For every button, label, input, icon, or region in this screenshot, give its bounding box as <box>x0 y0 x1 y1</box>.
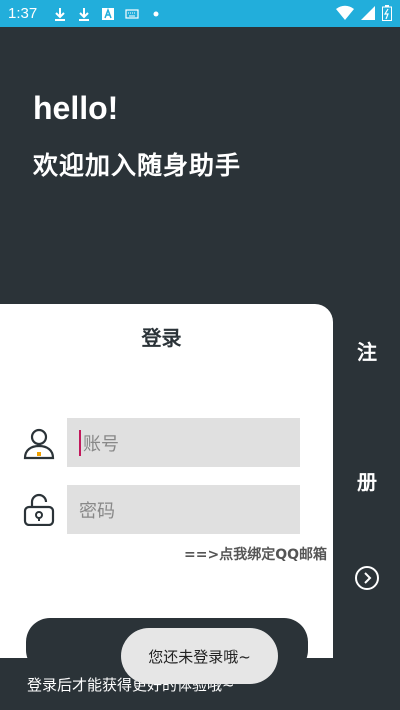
user-icon <box>23 428 55 460</box>
status-time: 1:37 <box>8 5 38 22</box>
text-caret <box>79 429 81 456</box>
greeting-text: hello! <box>33 90 119 126</box>
login-title: 登录 <box>141 326 182 350</box>
dot-icon <box>153 11 159 16</box>
download-icon <box>55 7 66 21</box>
download-icon <box>79 7 90 21</box>
signal-icon <box>361 6 375 20</box>
toast-message: 您还未登录哦~ <box>148 647 251 666</box>
register-char-2[interactable]: 册 <box>344 466 390 495</box>
register-char-1[interactable]: 注 <box>344 336 390 365</box>
arrow-right-circle-icon[interactable] <box>354 565 380 591</box>
password-input[interactable]: 密码 <box>67 485 300 534</box>
account-placeholder: 账号 <box>83 433 119 455</box>
status-right <box>336 5 392 21</box>
wifi-icon <box>336 5 354 21</box>
account-input[interactable]: 账号 <box>67 418 300 467</box>
battery-icon <box>382 5 392 21</box>
keyboard-icon <box>125 8 139 19</box>
status-bar: 1:37 <box>0 0 400 27</box>
lock-icon <box>23 493 55 526</box>
a-icon <box>102 7 115 20</box>
bind-qq-link[interactable]: ==>点我绑定QQ邮箱 <box>184 544 327 564</box>
toast: 您还未登录哦~ <box>121 628 278 684</box>
password-placeholder: 密码 <box>79 500 115 522</box>
welcome-text: 欢迎加入随身助手 <box>33 151 242 180</box>
